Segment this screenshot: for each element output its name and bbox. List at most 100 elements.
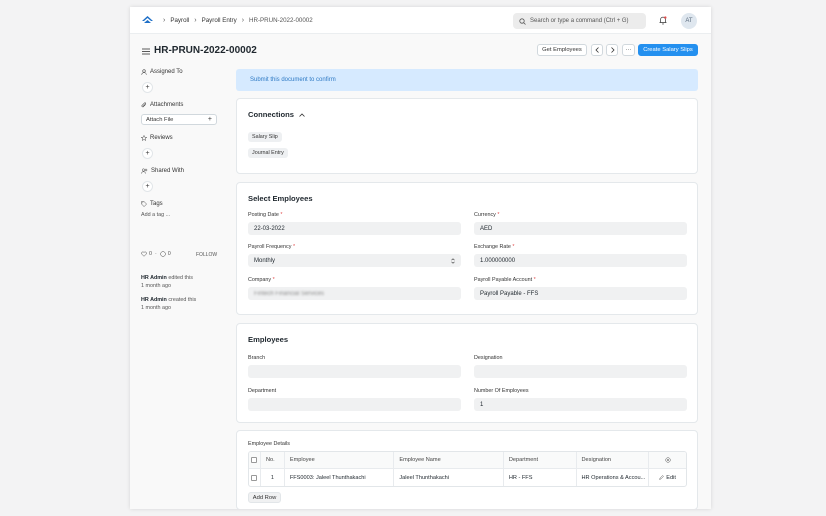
paperclip-icon xyxy=(141,102,147,108)
likes-count: 0 xyxy=(149,251,152,257)
users-icon xyxy=(141,168,148,174)
chevron-left-icon xyxy=(594,47,599,53)
connections-section-header[interactable]: Connections xyxy=(248,110,305,119)
chevron-up-icon xyxy=(299,112,305,117)
user-icon xyxy=(141,69,147,75)
app-logo-icon[interactable] xyxy=(142,15,153,26)
payroll-payable-account-label-text: Payroll Payable Account xyxy=(474,277,533,283)
gear-icon[interactable] xyxy=(665,457,671,463)
currency-label: Currency * xyxy=(474,212,500,218)
select-arrows-icon xyxy=(451,257,455,264)
activity-user[interactable]: HR Admin xyxy=(141,297,167,303)
payroll-frequency-label-text: Payroll Frequency xyxy=(248,244,292,250)
more-actions-button[interactable]: ··· xyxy=(622,44,635,56)
breadcrumb-payroll-entry[interactable]: Payroll Entry xyxy=(202,17,237,24)
heart-icon[interactable] xyxy=(141,251,147,257)
comment-icon[interactable] xyxy=(160,251,166,257)
add-row-button[interactable]: Add Row xyxy=(248,492,281,503)
search-placeholder: Search or type a command (Ctrl + G) xyxy=(530,18,629,24)
designation-field[interactable] xyxy=(474,365,687,378)
select-all-cell xyxy=(249,452,261,468)
employee-details-table: No. Employee Employee Name Department De… xyxy=(248,451,687,487)
employees-title: Employees xyxy=(248,335,289,344)
employee-details-card: Employee Details No. Employee Employee N… xyxy=(236,430,698,509)
company-field[interactable]: Fintech Financial Services xyxy=(248,287,461,300)
avatar[interactable]: AT xyxy=(681,13,697,29)
likes-comments: 0 · 0 xyxy=(141,251,171,257)
table-header-row: No. Employee Employee Name Department De… xyxy=(249,452,686,469)
activity-time: 1 month ago xyxy=(141,305,171,311)
payroll-payable-account-field[interactable]: Payroll Payable - FFS xyxy=(474,287,687,300)
employee-details-label: Employee Details xyxy=(248,441,290,447)
number-of-employees-field[interactable]: 1 xyxy=(474,398,687,411)
company-value: Fintech Financial Services xyxy=(254,290,325,297)
row-designation[interactable]: HR Operations & Accou... xyxy=(577,469,650,486)
plus-icon: + xyxy=(207,116,212,123)
prev-doc-button[interactable] xyxy=(591,44,603,56)
assigned-to-section: Assigned To xyxy=(141,69,183,75)
employees-filter-card: Employees Branch Designation Department … xyxy=(236,323,698,423)
get-employees-button[interactable]: Get Employees xyxy=(537,44,587,56)
connections-title: Connections xyxy=(248,110,294,119)
star-icon xyxy=(141,135,147,141)
posting-date-label-text: Posting Date xyxy=(248,212,279,218)
breadcrumb-payroll[interactable]: Payroll xyxy=(170,17,189,24)
search-icon xyxy=(519,17,526,25)
add-tag-link[interactable]: Add a tag ... xyxy=(141,212,170,218)
activity-action: edited this xyxy=(168,275,193,281)
payroll-frequency-value: Monthly xyxy=(254,257,276,264)
col-settings xyxy=(649,452,686,468)
activity-item: HR Admin created this xyxy=(141,297,196,303)
branch-label: Branch xyxy=(248,355,266,361)
currency-label-text: Currency xyxy=(474,212,496,218)
comments-count: 0 xyxy=(167,251,171,257)
search-input[interactable]: Search or type a command (Ctrl + G) xyxy=(513,13,646,29)
payroll-frequency-select[interactable]: Monthly xyxy=(248,254,461,267)
add-review-button[interactable]: + xyxy=(142,148,153,159)
row-department[interactable]: HR - FFS xyxy=(504,469,577,486)
pencil-icon xyxy=(659,475,665,480)
follow-button[interactable]: FOLLOW xyxy=(196,252,217,258)
navbar: › Payroll › Payroll Entry › HR-PRUN-2022… xyxy=(130,7,711,34)
attach-file-button[interactable]: Attach File + xyxy=(141,114,217,125)
company-label-text: Company xyxy=(248,277,272,283)
posting-date-field[interactable]: 22-03-2022 xyxy=(248,222,461,235)
hamburger-icon[interactable] xyxy=(142,48,150,57)
row-no: 1 xyxy=(261,469,285,486)
exchange-rate-label-text: Exchange Rate xyxy=(474,244,511,250)
department-field[interactable] xyxy=(248,398,461,411)
select-employees-card: Select Employees Posting Date * 22-03-20… xyxy=(236,182,698,315)
activity-user[interactable]: HR Admin xyxy=(141,275,167,281)
row-employee-name[interactable]: Jaleel Thunthakachi xyxy=(394,469,504,486)
branch-field[interactable] xyxy=(248,365,461,378)
create-salary-slips-button[interactable]: Create Salary Slips xyxy=(638,44,698,56)
connections-card: Connections Salary Slip Journal Entry xyxy=(236,98,698,174)
payroll-frequency-label: Payroll Frequency * xyxy=(248,244,296,250)
exchange-rate-field[interactable]: 1.000000000 xyxy=(474,254,687,267)
col-employee-name: Employee Name xyxy=(394,452,504,468)
shared-with-section: Shared With xyxy=(141,168,184,174)
select-all-checkbox[interactable] xyxy=(251,457,258,463)
bell-icon[interactable] xyxy=(659,16,667,27)
app-window: › Payroll › Payroll Entry › HR-PRUN-2022… xyxy=(130,7,711,509)
tags-label: Tags xyxy=(150,201,163,207)
tags-section: Tags xyxy=(141,201,163,207)
salary-slip-link[interactable]: Salary Slip xyxy=(248,132,282,142)
row-checkbox[interactable] xyxy=(251,474,258,481)
row-edit-button[interactable]: Edit xyxy=(649,469,686,486)
breadcrumb-current[interactable]: HR-PRUN-2022-00002 xyxy=(249,17,313,24)
attachments-label: Attachments xyxy=(150,102,184,108)
row-employee[interactable]: FFS0003: Jaleel Thunthakachi xyxy=(285,469,395,486)
shared-with-label: Shared With xyxy=(151,168,185,174)
add-share-button[interactable]: + xyxy=(142,181,153,192)
journal-entry-link[interactable]: Journal Entry xyxy=(248,148,288,158)
tag-icon xyxy=(141,201,147,207)
reviews-section: Reviews xyxy=(141,135,173,141)
select-employees-title: Select Employees xyxy=(248,194,313,203)
next-doc-button[interactable] xyxy=(606,44,618,56)
company-label: Company * xyxy=(248,277,275,283)
add-assignee-button[interactable]: + xyxy=(142,82,153,93)
table-row[interactable]: 1 FFS0003: Jaleel Thunthakachi Jaleel Th… xyxy=(249,469,686,486)
activity-action: created this xyxy=(168,297,197,303)
currency-field[interactable]: AED xyxy=(474,222,687,235)
